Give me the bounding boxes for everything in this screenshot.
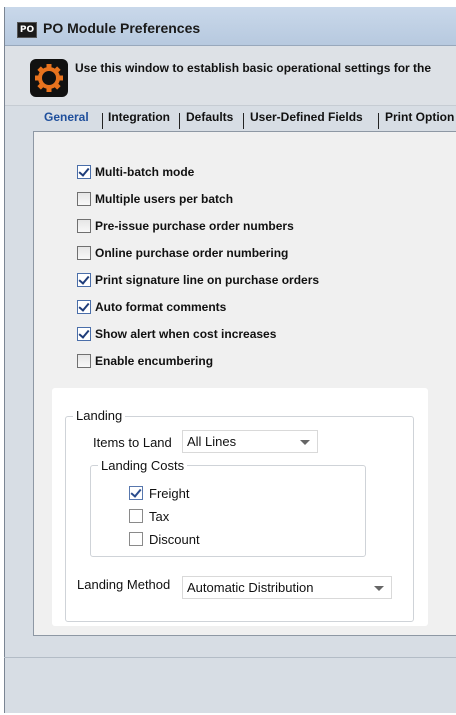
gear-icon bbox=[30, 59, 68, 97]
checkbox-checked[interactable] bbox=[77, 327, 91, 341]
title-bar[interactable]: PO PO Module Preferences bbox=[5, 7, 456, 46]
checkbox-unchecked[interactable] bbox=[77, 246, 91, 260]
freight-label: Freight bbox=[149, 486, 190, 501]
landing-method-value: Automatic Distribution bbox=[187, 580, 314, 595]
tab-user-defined-fields[interactable]: User-Defined Fields bbox=[250, 110, 363, 132]
items-to-land-value: All Lines bbox=[187, 434, 237, 449]
landing-costs-label: Landing Costs bbox=[98, 458, 188, 473]
tax-checkbox[interactable] bbox=[129, 509, 143, 523]
discount-checkbox[interactable] bbox=[129, 532, 143, 546]
tab-strip: General Integration Defaults User-Define… bbox=[36, 110, 456, 132]
landing-method-label: Landing Method bbox=[77, 577, 171, 592]
option-label: Multi-batch mode bbox=[95, 165, 195, 179]
info-bar: Use this window to establish basic opera… bbox=[5, 46, 456, 106]
window-title: PO Module Preferences bbox=[43, 20, 201, 36]
tab-separator bbox=[179, 113, 180, 129]
option-label: Show alert when cost increases bbox=[95, 327, 277, 341]
tab-separator bbox=[243, 113, 244, 129]
landing-group-label: Landing bbox=[73, 408, 126, 423]
tax-label: Tax bbox=[149, 509, 170, 524]
gear-icon-graphic bbox=[35, 64, 63, 92]
discount-label: Discount bbox=[149, 532, 200, 547]
tab-integration[interactable]: Integration bbox=[108, 110, 170, 132]
tab-defaults[interactable]: Defaults bbox=[186, 110, 233, 132]
option-label: Enable encumbering bbox=[95, 354, 214, 368]
footer-divider bbox=[4, 657, 456, 658]
option-label: Pre-issue purchase order numbers bbox=[95, 219, 294, 233]
checkbox-checked[interactable] bbox=[77, 273, 91, 287]
tab-separator bbox=[378, 113, 379, 129]
checkbox-unchecked[interactable] bbox=[77, 354, 91, 368]
option-label: Print signature line on purchase orders bbox=[95, 273, 320, 287]
tab-separator bbox=[102, 113, 103, 129]
checkbox-checked[interactable] bbox=[77, 300, 91, 314]
tab-general[interactable]: General bbox=[44, 110, 89, 132]
checkbox-unchecked[interactable] bbox=[77, 219, 91, 233]
po-app-icon: PO bbox=[17, 22, 37, 38]
freight-checkbox[interactable] bbox=[129, 486, 143, 500]
option-label: Auto format comments bbox=[95, 300, 227, 314]
option-label: Online purchase order numbering bbox=[95, 246, 289, 260]
items-to-land-select[interactable]: All Lines bbox=[182, 430, 318, 453]
items-to-land-label: Items to Land bbox=[93, 435, 172, 450]
option-label: Multiple users per batch bbox=[95, 192, 234, 206]
chevron-down-icon[interactable] bbox=[300, 440, 310, 445]
checkbox-checked[interactable] bbox=[77, 165, 91, 179]
chevron-down-icon[interactable] bbox=[374, 586, 384, 591]
landing-method-select[interactable]: Automatic Distribution bbox=[182, 576, 392, 599]
checkbox-unchecked[interactable] bbox=[77, 192, 91, 206]
tab-print-options[interactable]: Print Option bbox=[385, 110, 454, 132]
info-text: Use this window to establish basic opera… bbox=[75, 61, 432, 75]
